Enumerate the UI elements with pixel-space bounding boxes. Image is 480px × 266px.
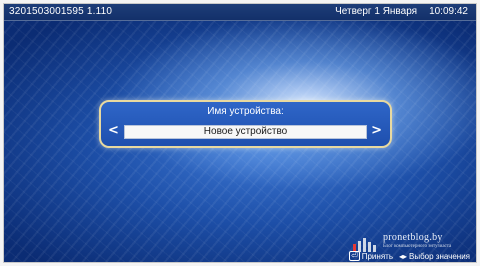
left-right-arrows-icon: ◂▸ (398, 251, 408, 261)
enter-key-icon: ⏎ (349, 251, 360, 261)
date-time: Четверг 1 Января 10:09:42 (335, 6, 468, 17)
device-name-dialog: Имя устройства: < Новое устройство > (99, 100, 392, 148)
watermark-tagline: Блог компьютерного энтузиаста (383, 244, 452, 249)
date-text: Четверг 1 Января (335, 6, 418, 17)
hint-bar: ⏎ Принять ◂▸ Выбор значения (4, 251, 476, 262)
status-bar: 3201503001595 1.110 Четверг 1 Января 10:… (4, 4, 476, 21)
screenshot-frame: 3201503001595 1.110 Четверг 1 Января 10:… (0, 0, 480, 266)
serial-number: 3201503001595 1.110 (9, 6, 113, 17)
accept-label: Принять (361, 251, 393, 261)
next-value-arrow[interactable]: > (371, 123, 382, 139)
dialog-title: Имя устройства: (207, 106, 284, 117)
previous-value-arrow[interactable]: < (108, 123, 119, 139)
select-value-hint[interactable]: ◂▸ Выбор значения (399, 252, 470, 261)
tv-screen: 3201503001595 1.110 Четверг 1 Января 10:… (3, 3, 477, 263)
clock-text: 10:09:42 (429, 6, 468, 17)
hint-list: ⏎ Принять ◂▸ Выбор значения (349, 251, 470, 261)
device-name-field[interactable]: Новое устройство (124, 125, 367, 139)
accept-hint[interactable]: ⏎ Принять (349, 251, 393, 261)
select-value-label: Выбор значения (409, 251, 470, 261)
watermark-name: pronetblog.by (383, 232, 443, 243)
